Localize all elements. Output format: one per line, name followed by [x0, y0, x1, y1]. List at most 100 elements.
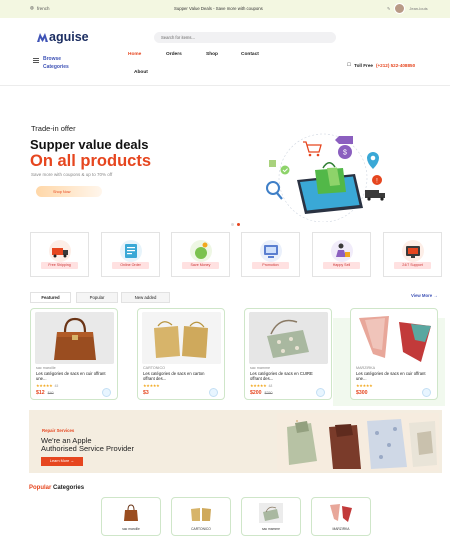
cart-icon	[303, 141, 322, 157]
product-name[interactable]: Les catégories de sacs en cuir offrant u…	[356, 371, 426, 382]
category-card[interactable]: CARTONICO	[171, 497, 231, 536]
avatar[interactable]	[394, 3, 406, 14]
product-price: $3	[143, 390, 149, 396]
nav-home[interactable]: Home	[128, 52, 141, 57]
banner-tag: Repair Services	[42, 428, 75, 433]
category-card[interactable]: sac maroille	[101, 497, 161, 536]
edit-icon[interactable]: ✎	[387, 6, 390, 11]
learn-more-button[interactable]: Learn More →	[41, 457, 83, 466]
category-thumbnail	[259, 503, 283, 523]
hero-text: Save more with coupons & up to 70% off	[31, 172, 113, 177]
feature-label: Save Money	[182, 262, 219, 269]
feature-support[interactable]: 24/7 Support	[383, 232, 442, 277]
add-to-cart-icon[interactable]	[422, 388, 431, 397]
product-card[interactable]: CARTONICO Les catégories de sacs en cart…	[137, 308, 225, 400]
hero-heading: Supper value deals	[30, 137, 149, 152]
feature-label: Online Order	[112, 262, 149, 269]
piggy-bank-icon	[190, 240, 212, 262]
feature-label: Free Shipping	[41, 262, 78, 269]
category-card[interactable]: MARZIRKA	[311, 497, 371, 536]
logo-text: aguise	[49, 30, 89, 44]
banner-clothes-image	[277, 413, 439, 471]
user-name[interactable]: Jean-louis	[409, 6, 427, 11]
product-card[interactable]: sac maroille Les catégories de sacs en c…	[30, 308, 118, 400]
carousel-dot[interactable]	[231, 223, 234, 226]
rating-stars: ★★★★★	[36, 383, 53, 388]
language-label: french	[36, 5, 50, 11]
categories-title-highlight: Popular	[29, 485, 52, 491]
tab-popular[interactable]: Popular	[76, 292, 118, 303]
phone-number[interactable]: (+212) 522-408850	[376, 63, 415, 68]
tag-icon	[335, 136, 353, 144]
product-name[interactable]: Les catégories de sacs en cuir offrant u…	[36, 371, 106, 382]
product-brand: sac maroille	[36, 366, 56, 370]
category-label: CARTONICO	[191, 527, 211, 531]
product-brand: MARZIRKA	[356, 366, 376, 370]
price-current: $3	[143, 390, 149, 396]
service-banner: Repair Services We're an Apple Authorise…	[29, 410, 442, 473]
promotion-icon	[260, 240, 282, 262]
menu-icon	[33, 58, 39, 63]
site-logo[interactable]: aguise	[37, 30, 89, 44]
feature-happy-sell[interactable]: Happy Sell	[312, 232, 371, 277]
shop-now-button[interactable]: Shop Now	[36, 186, 102, 197]
truck-icon	[365, 190, 385, 201]
rating-stars: ★★★★★	[250, 383, 267, 388]
category-label: sac maroille	[122, 527, 140, 531]
globe-icon: ◍	[30, 5, 34, 10]
add-to-cart-icon[interactable]	[102, 388, 111, 397]
browse-categories-button[interactable]: Browse Categories	[33, 55, 77, 71]
carousel-dots	[231, 223, 240, 226]
phone-icon: ☐	[347, 62, 352, 67]
language-selector[interactable]: ◍ french	[30, 5, 49, 11]
nav-shop[interactable]: Shop	[206, 52, 218, 57]
categories-title: Popular Categories	[29, 485, 84, 491]
topbar-tools: ✎ Jean-louis	[387, 3, 428, 14]
alert-icon: !	[372, 175, 382, 185]
hero-heading-accent: On all products	[30, 152, 152, 170]
logo-mark-icon	[37, 33, 48, 42]
banner-heading-line-2: Authorised Service Provider	[41, 444, 134, 453]
product-rating: ★★★★★	[356, 383, 373, 388]
happy-sell-icon	[331, 240, 353, 262]
location-pin-icon	[367, 152, 379, 169]
nav-about[interactable]: About	[134, 70, 148, 75]
product-price: $12 $40	[36, 390, 54, 396]
product-image	[35, 312, 114, 364]
product-name[interactable]: Les catégories de sacs en CUIRE offrant …	[250, 371, 320, 382]
category-label: MARZIRKA	[332, 527, 350, 531]
product-card[interactable]: MARZIRKA Les catégories de sacs en cuir …	[350, 308, 438, 400]
product-rating: ★★★★★	[143, 383, 160, 388]
view-more-link[interactable]: View More →	[411, 293, 438, 298]
tab-featured[interactable]: Featured	[30, 292, 71, 303]
price-current: $200	[250, 390, 262, 396]
delivery-icon	[49, 240, 71, 262]
product-name[interactable]: Les catégories de sacs en carton offrant…	[143, 371, 213, 382]
feature-promotion[interactable]: Promotion	[241, 232, 300, 277]
add-to-cart-icon[interactable]	[209, 388, 218, 397]
checkmark-icon	[280, 165, 290, 175]
carousel-dot-active[interactable]	[237, 223, 240, 226]
browse-label: Browse Categories	[43, 55, 77, 71]
feature-free-shipping[interactable]: Free Shipping	[30, 232, 89, 277]
coin-icon: $	[338, 145, 352, 159]
nav-orders[interactable]: Orders	[166, 52, 182, 57]
product-image	[249, 312, 328, 364]
nav-contact[interactable]: Contact	[241, 52, 259, 57]
category-card[interactable]: sac mamme	[241, 497, 301, 536]
top-bar: ◍ french Supper Value Deals - Save more …	[0, 0, 450, 18]
category-thumbnail	[191, 508, 211, 521]
product-card[interactable]: sac mamme Les catégories de sacs en CUIR…	[244, 308, 332, 400]
rating-stars: ★★★★★	[356, 383, 373, 388]
feature-label: Promotion	[252, 262, 289, 269]
add-to-cart-icon[interactable]	[316, 388, 325, 397]
browse-label-line-2: Categories	[43, 64, 69, 70]
hero-subtitle: Trade-in offer	[31, 124, 76, 133]
box-icon	[269, 160, 276, 167]
feature-save-money[interactable]: Save Money	[171, 232, 230, 277]
search-input[interactable]: Search for items...	[154, 32, 336, 43]
support-icon	[402, 240, 424, 262]
hero-illustration: $ !	[266, 133, 385, 222]
tab-new-added[interactable]: New added	[121, 292, 170, 303]
feature-online-order[interactable]: Online Order	[101, 232, 160, 277]
